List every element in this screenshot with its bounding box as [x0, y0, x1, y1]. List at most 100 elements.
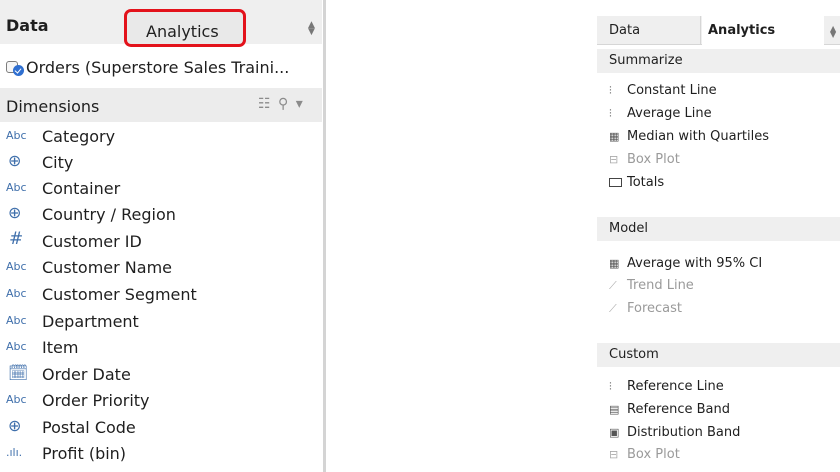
- dimension-item[interactable]: Abc Item: [0, 335, 322, 359]
- item-label: Totals: [627, 175, 665, 190]
- average-line-icon: ⫶: [609, 107, 612, 120]
- analytics-item-median-quartiles[interactable]: ▦ Median with Quartiles: [609, 129, 834, 149]
- item-label: Trend Line: [627, 278, 694, 293]
- analytics-item-distribution-band[interactable]: ▣ Distribution Band: [609, 425, 834, 445]
- dimension-label: Customer Name: [42, 258, 173, 277]
- data-pane-left: Data Analytics ▲ ▼ Orders (Superstore Sal…: [0, 0, 322, 472]
- search-icon[interactable]: ⚲: [278, 96, 288, 112]
- box-plot-icon: ⊟: [609, 448, 619, 461]
- distribution-band-icon: ▣: [609, 426, 620, 439]
- dimension-country-region[interactable]: ⊕ Country / Region: [0, 202, 322, 226]
- item-label: Distribution Band: [627, 425, 741, 440]
- analytics-item-constant-line[interactable]: ⫶ Constant Line: [609, 83, 834, 103]
- section-custom: Custom: [597, 343, 840, 367]
- tab-data[interactable]: Data: [6, 16, 49, 35]
- string-type-icon: Abc: [6, 181, 27, 194]
- string-type-icon: Abc: [6, 314, 27, 327]
- average-ci-icon: ▦: [609, 257, 620, 270]
- section-title: Model: [609, 221, 649, 236]
- dimension-order-priority[interactable]: Abc Order Priority: [0, 388, 322, 412]
- box-plot-icon: ⊟: [609, 153, 619, 166]
- list-view-icon[interactable]: ☷: [258, 96, 271, 112]
- dimensions-header: Dimensions ☷ ⚲ ▾: [0, 88, 322, 122]
- tab-data-label: Data: [609, 23, 641, 38]
- globe-icon: ⊕: [8, 151, 22, 170]
- constant-line-icon: ⫶: [609, 84, 612, 97]
- bin-histogram-icon: .ılı.: [6, 446, 23, 459]
- string-type-icon: Abc: [6, 260, 27, 273]
- dimension-label: City: [42, 153, 74, 172]
- item-label: Average with 95% CI: [627, 256, 763, 271]
- dimension-label: Order Priority: [42, 391, 150, 410]
- forecast-icon: ⟋: [609, 302, 617, 315]
- item-label: Reference Line: [627, 379, 724, 394]
- string-type-icon: Abc: [6, 393, 27, 406]
- item-label: Box Plot: [627, 152, 680, 167]
- datasource-item[interactable]: Orders (Superstore Sales Traini...: [6, 58, 289, 77]
- dimension-label: Item: [42, 338, 79, 357]
- dimension-customer-name[interactable]: Abc Customer Name: [0, 255, 322, 279]
- tab-data[interactable]: Data: [597, 16, 701, 45]
- section-summarize: Summarize: [597, 49, 840, 73]
- reference-line-icon: ⫶: [609, 380, 612, 393]
- analytics-pane-right: Data Analytics ▲ ▼ Summarize ⫶ Constant Li…: [597, 16, 840, 472]
- dimension-label: Postal Code: [42, 418, 136, 437]
- dimension-department[interactable]: Abc Department: [0, 309, 322, 333]
- dimension-container[interactable]: Abc Container: [0, 176, 322, 200]
- dimensions-title: Dimensions: [6, 97, 100, 116]
- dimension-label: Customer Segment: [42, 285, 197, 304]
- pane-divider[interactable]: [323, 0, 326, 472]
- dimension-city[interactable]: ⊕ City: [0, 150, 322, 174]
- item-label: Median with Quartiles: [627, 129, 770, 144]
- pane-tab-bar: Data Analytics ▲ ▼: [597, 16, 840, 46]
- globe-icon: ⊕: [8, 203, 22, 222]
- trend-line-icon: ⟋: [609, 279, 617, 292]
- tab-analytics-label: Analytics: [708, 23, 776, 38]
- datasource-label: Orders (Superstore Sales Traini...: [26, 58, 290, 77]
- dimension-order-date[interactable]: 🗓 Order Date: [0, 362, 322, 386]
- section-title: Summarize: [609, 53, 683, 68]
- datasource-icon: [6, 60, 24, 76]
- globe-icon: ⊕: [8, 416, 22, 435]
- tab-analytics[interactable]: Analytics: [702, 16, 824, 46]
- dimension-label: Customer ID: [42, 232, 142, 251]
- median-quartiles-icon: ▦: [609, 130, 620, 143]
- string-type-icon: Abc: [6, 340, 27, 353]
- totals-icon: [609, 176, 627, 189]
- item-label: Box Plot: [627, 447, 680, 462]
- dimension-customer-segment[interactable]: Abc Customer Segment: [0, 282, 322, 306]
- string-type-icon: Abc: [6, 129, 27, 142]
- tab-analytics-highlighted[interactable]: Analytics: [124, 9, 246, 47]
- up-down-arrows-icon[interactable]: ▲ ▼: [308, 21, 315, 37]
- analytics-item-reference-line[interactable]: ⫶ Reference Line: [609, 379, 834, 399]
- analytics-item-box-plot[interactable]: ⊟ Box Plot: [609, 152, 834, 172]
- item-label: Average Line: [627, 106, 712, 121]
- dimension-category[interactable]: Abc Category: [0, 124, 322, 148]
- analytics-item-reference-band[interactable]: ▤ Reference Band: [609, 402, 834, 422]
- calendar-icon: 🗓: [8, 363, 29, 382]
- item-label: Forecast: [627, 301, 683, 316]
- pane-tab-bar: Data Analytics ▲ ▼: [0, 0, 322, 47]
- dimension-profit-bin[interactable]: .ılı. Profit (bin): [0, 441, 322, 465]
- dimension-label: Profit (bin): [42, 444, 127, 463]
- dimension-customer-id[interactable]: # Customer ID: [0, 229, 322, 253]
- dimension-postal-code[interactable]: ⊕ Postal Code: [0, 415, 322, 439]
- dimension-label: Country / Region: [42, 205, 176, 224]
- dimension-label: Container: [42, 179, 121, 198]
- item-label: Reference Band: [627, 402, 730, 417]
- tab-analytics-label: Analytics: [146, 22, 219, 41]
- analytics-item-forecast[interactable]: ⟋ Forecast: [609, 301, 834, 321]
- number-type-icon: #: [9, 229, 24, 249]
- string-type-icon: Abc: [6, 287, 27, 300]
- item-label: Constant Line: [627, 83, 717, 98]
- analytics-item-trend-line[interactable]: ⟋ Trend Line: [609, 278, 834, 298]
- analytics-item-average-line[interactable]: ⫶ Average Line: [609, 106, 834, 126]
- dropdown-arrow-icon[interactable]: ▾: [296, 96, 303, 112]
- analytics-item-box-plot-custom[interactable]: ⊟ Box Plot: [609, 447, 834, 467]
- analytics-item-totals[interactable]: Totals: [609, 175, 834, 195]
- dimension-label: Category: [42, 127, 116, 146]
- up-down-arrows-icon[interactable]: ▲ ▼: [830, 25, 836, 39]
- section-model: Model: [597, 217, 840, 241]
- analytics-item-average-95-ci[interactable]: ▦ Average with 95% CI: [609, 256, 834, 276]
- section-title: Custom: [609, 347, 659, 362]
